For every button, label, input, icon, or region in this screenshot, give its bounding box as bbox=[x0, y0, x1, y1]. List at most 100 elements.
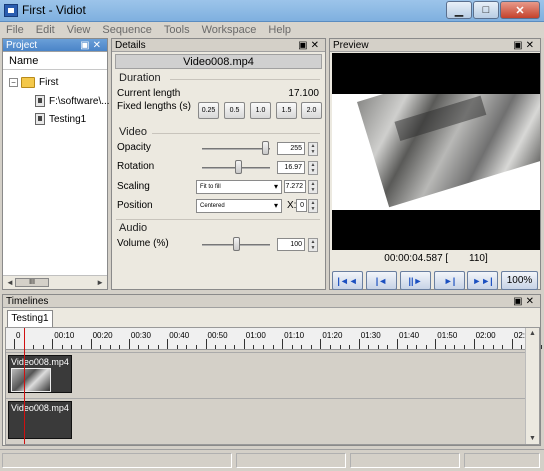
volume-spinner[interactable]: ▲ ▼ bbox=[308, 238, 318, 252]
scroll-thumb[interactable]: III bbox=[15, 278, 49, 287]
details-panel-header: Details ▣✕ bbox=[112, 39, 325, 52]
panel-controls[interactable]: ▣✕ bbox=[513, 39, 537, 52]
app-icon bbox=[4, 4, 18, 17]
time-ruler[interactable]: 0 00:10 00:20 00:30 00:40 00:50 01:00 01:10 01:2… bbox=[6, 328, 542, 350]
menu-help[interactable]: Help bbox=[268, 22, 291, 38]
panel-controls[interactable]: ▣✕ bbox=[513, 295, 537, 308]
volume-slider-thumb[interactable] bbox=[233, 237, 240, 251]
menu-sequence[interactable]: Sequence bbox=[102, 22, 152, 38]
next-frame-button[interactable]: ►| bbox=[434, 271, 465, 290]
fixed-length-button-2-0[interactable]: 2.0 bbox=[301, 102, 322, 119]
project-column-header[interactable]: Name bbox=[3, 52, 107, 70]
fixed-length-button-0-5[interactable]: 0.5 bbox=[224, 102, 245, 119]
timeline-area[interactable]: 0 00:10 00:20 00:30 00:40 00:50 01:00 01:10 01:2… bbox=[5, 327, 542, 445]
menu-tools[interactable]: Tools bbox=[164, 22, 190, 38]
tab-testing1[interactable]: Testing1 bbox=[7, 310, 53, 327]
rotation-spinner[interactable]: ▲ ▼ bbox=[308, 161, 318, 175]
project-hscrollbar[interactable]: ◄ III ► bbox=[3, 275, 107, 289]
ruler-minor-tick bbox=[148, 345, 150, 349]
ruler-major-tick bbox=[473, 339, 475, 349]
rotation-input[interactable]: 16.97 bbox=[277, 161, 305, 174]
fixed-length-button-0-25[interactable]: 0.25 bbox=[198, 102, 219, 119]
fixed-length-button-1-5[interactable]: 1.5 bbox=[276, 102, 297, 119]
opacity-slider-thumb[interactable] bbox=[262, 141, 269, 155]
chevron-down-icon: ▾ bbox=[273, 201, 278, 210]
scroll-left-icon[interactable]: ◄ bbox=[6, 278, 14, 287]
ruler-major-tick bbox=[128, 339, 130, 349]
rotated-video-image bbox=[357, 94, 540, 208]
ruler-major-tick bbox=[282, 339, 284, 349]
preview-panel-title: Preview bbox=[333, 40, 369, 51]
ruler-minor-tick bbox=[81, 345, 83, 349]
menu-edit[interactable]: Edit bbox=[36, 22, 55, 38]
play-pause-button[interactable]: ||► bbox=[400, 271, 431, 290]
project-panel-header: Project ▣✕ bbox=[3, 39, 107, 52]
go-to-end-button[interactable]: ►►| bbox=[467, 271, 498, 290]
project-panel-title: Project bbox=[6, 40, 38, 51]
audio-clip[interactable]: Video008.mp4 bbox=[8, 401, 72, 439]
position-select[interactable]: Centered ▾ bbox=[196, 199, 282, 213]
scaling-spinner[interactable]: ▲ ▼ bbox=[308, 180, 318, 194]
video-track[interactable]: Video008.mp4 bbox=[6, 352, 526, 396]
ruler-minor-tick bbox=[502, 345, 504, 349]
tree-item-sequence[interactable]: Testing1 bbox=[35, 113, 86, 125]
scroll-down-icon[interactable]: ▼ bbox=[529, 435, 536, 442]
scaling-input[interactable]: 7.272 bbox=[284, 180, 306, 193]
ruler-major-tick bbox=[52, 339, 54, 349]
status-segment bbox=[2, 453, 232, 468]
window-title: First - Vidiot bbox=[22, 3, 86, 17]
opacity-spinner[interactable]: ▲ ▼ bbox=[308, 142, 318, 156]
ruler-minor-tick bbox=[42, 345, 44, 349]
menu-view[interactable]: View bbox=[67, 22, 91, 38]
tree-item-root-label: First bbox=[39, 77, 59, 88]
ruler-minor-tick bbox=[186, 345, 188, 349]
menu-file[interactable]: File bbox=[6, 22, 24, 38]
ruler-label: 02:00 bbox=[475, 331, 496, 340]
ruler-minor-tick bbox=[253, 345, 255, 349]
divider bbox=[170, 79, 320, 80]
fixed-length-button-1-0[interactable]: 1.0 bbox=[250, 102, 271, 119]
ruler-minor-tick bbox=[33, 345, 35, 349]
tree-item-file[interactable]: F:\software\... bbox=[35, 95, 110, 107]
panel-controls[interactable]: ▣✕ bbox=[298, 39, 322, 52]
previous-frame-button[interactable]: |◄ bbox=[366, 271, 397, 290]
position-x-input[interactable]: 0 bbox=[296, 199, 307, 212]
panel-controls[interactable]: ▣✕ bbox=[80, 39, 104, 52]
opacity-input[interactable]: 255 bbox=[277, 142, 305, 155]
video-canvas[interactable] bbox=[332, 53, 540, 250]
opacity-slider-track[interactable] bbox=[202, 148, 270, 150]
ruler-major-tick bbox=[397, 339, 398, 349]
audio-track[interactable]: Video008.mp4 bbox=[6, 398, 526, 442]
close-button[interactable]: ✕ bbox=[500, 1, 540, 19]
scroll-right-icon[interactable]: ► bbox=[96, 278, 104, 287]
maximize-button[interactable]: □ bbox=[473, 1, 499, 19]
timeline-vscrollbar[interactable]: ▲ ▼ bbox=[525, 328, 539, 444]
ruler-minor-tick bbox=[109, 345, 111, 349]
collapse-icon[interactable]: − bbox=[9, 78, 18, 87]
fixed-lengths-label: Fixed lengths (s) bbox=[117, 101, 191, 112]
ruler-minor-tick bbox=[521, 345, 523, 349]
menu-workspace[interactable]: Workspace bbox=[202, 22, 257, 38]
minimize-button[interactable]: ▁ bbox=[446, 1, 472, 19]
ruler-minor-tick bbox=[416, 345, 418, 349]
playhead[interactable] bbox=[24, 328, 25, 444]
sequence-icon bbox=[35, 113, 45, 125]
position-x-spinner[interactable]: ▲ ▼ bbox=[308, 199, 318, 213]
status-bar bbox=[0, 449, 544, 471]
tree-item-file-label: F:\software\... bbox=[49, 95, 110, 107]
ruler-minor-tick bbox=[454, 345, 456, 349]
scroll-up-icon[interactable]: ▲ bbox=[529, 330, 536, 337]
tree-item-root[interactable]: − First bbox=[9, 77, 58, 88]
current-length-label: Current length bbox=[117, 88, 181, 99]
scaling-select[interactable]: Fit to fill ▾ bbox=[196, 180, 282, 194]
volume-input[interactable]: 100 bbox=[277, 238, 305, 251]
ruler-label: 00:40 bbox=[169, 331, 190, 340]
zoom-button[interactable]: 100% bbox=[501, 271, 538, 290]
go-to-start-button[interactable]: |◄◄ bbox=[332, 271, 363, 290]
ruler-minor-tick bbox=[138, 345, 140, 349]
video-clip[interactable]: Video008.mp4 bbox=[8, 355, 72, 393]
timelines-panel-title: Timelines bbox=[6, 296, 49, 307]
ruler-minor-tick bbox=[425, 345, 427, 349]
duration-heading: Duration bbox=[119, 72, 161, 84]
rotation-slider-thumb[interactable] bbox=[235, 160, 242, 174]
